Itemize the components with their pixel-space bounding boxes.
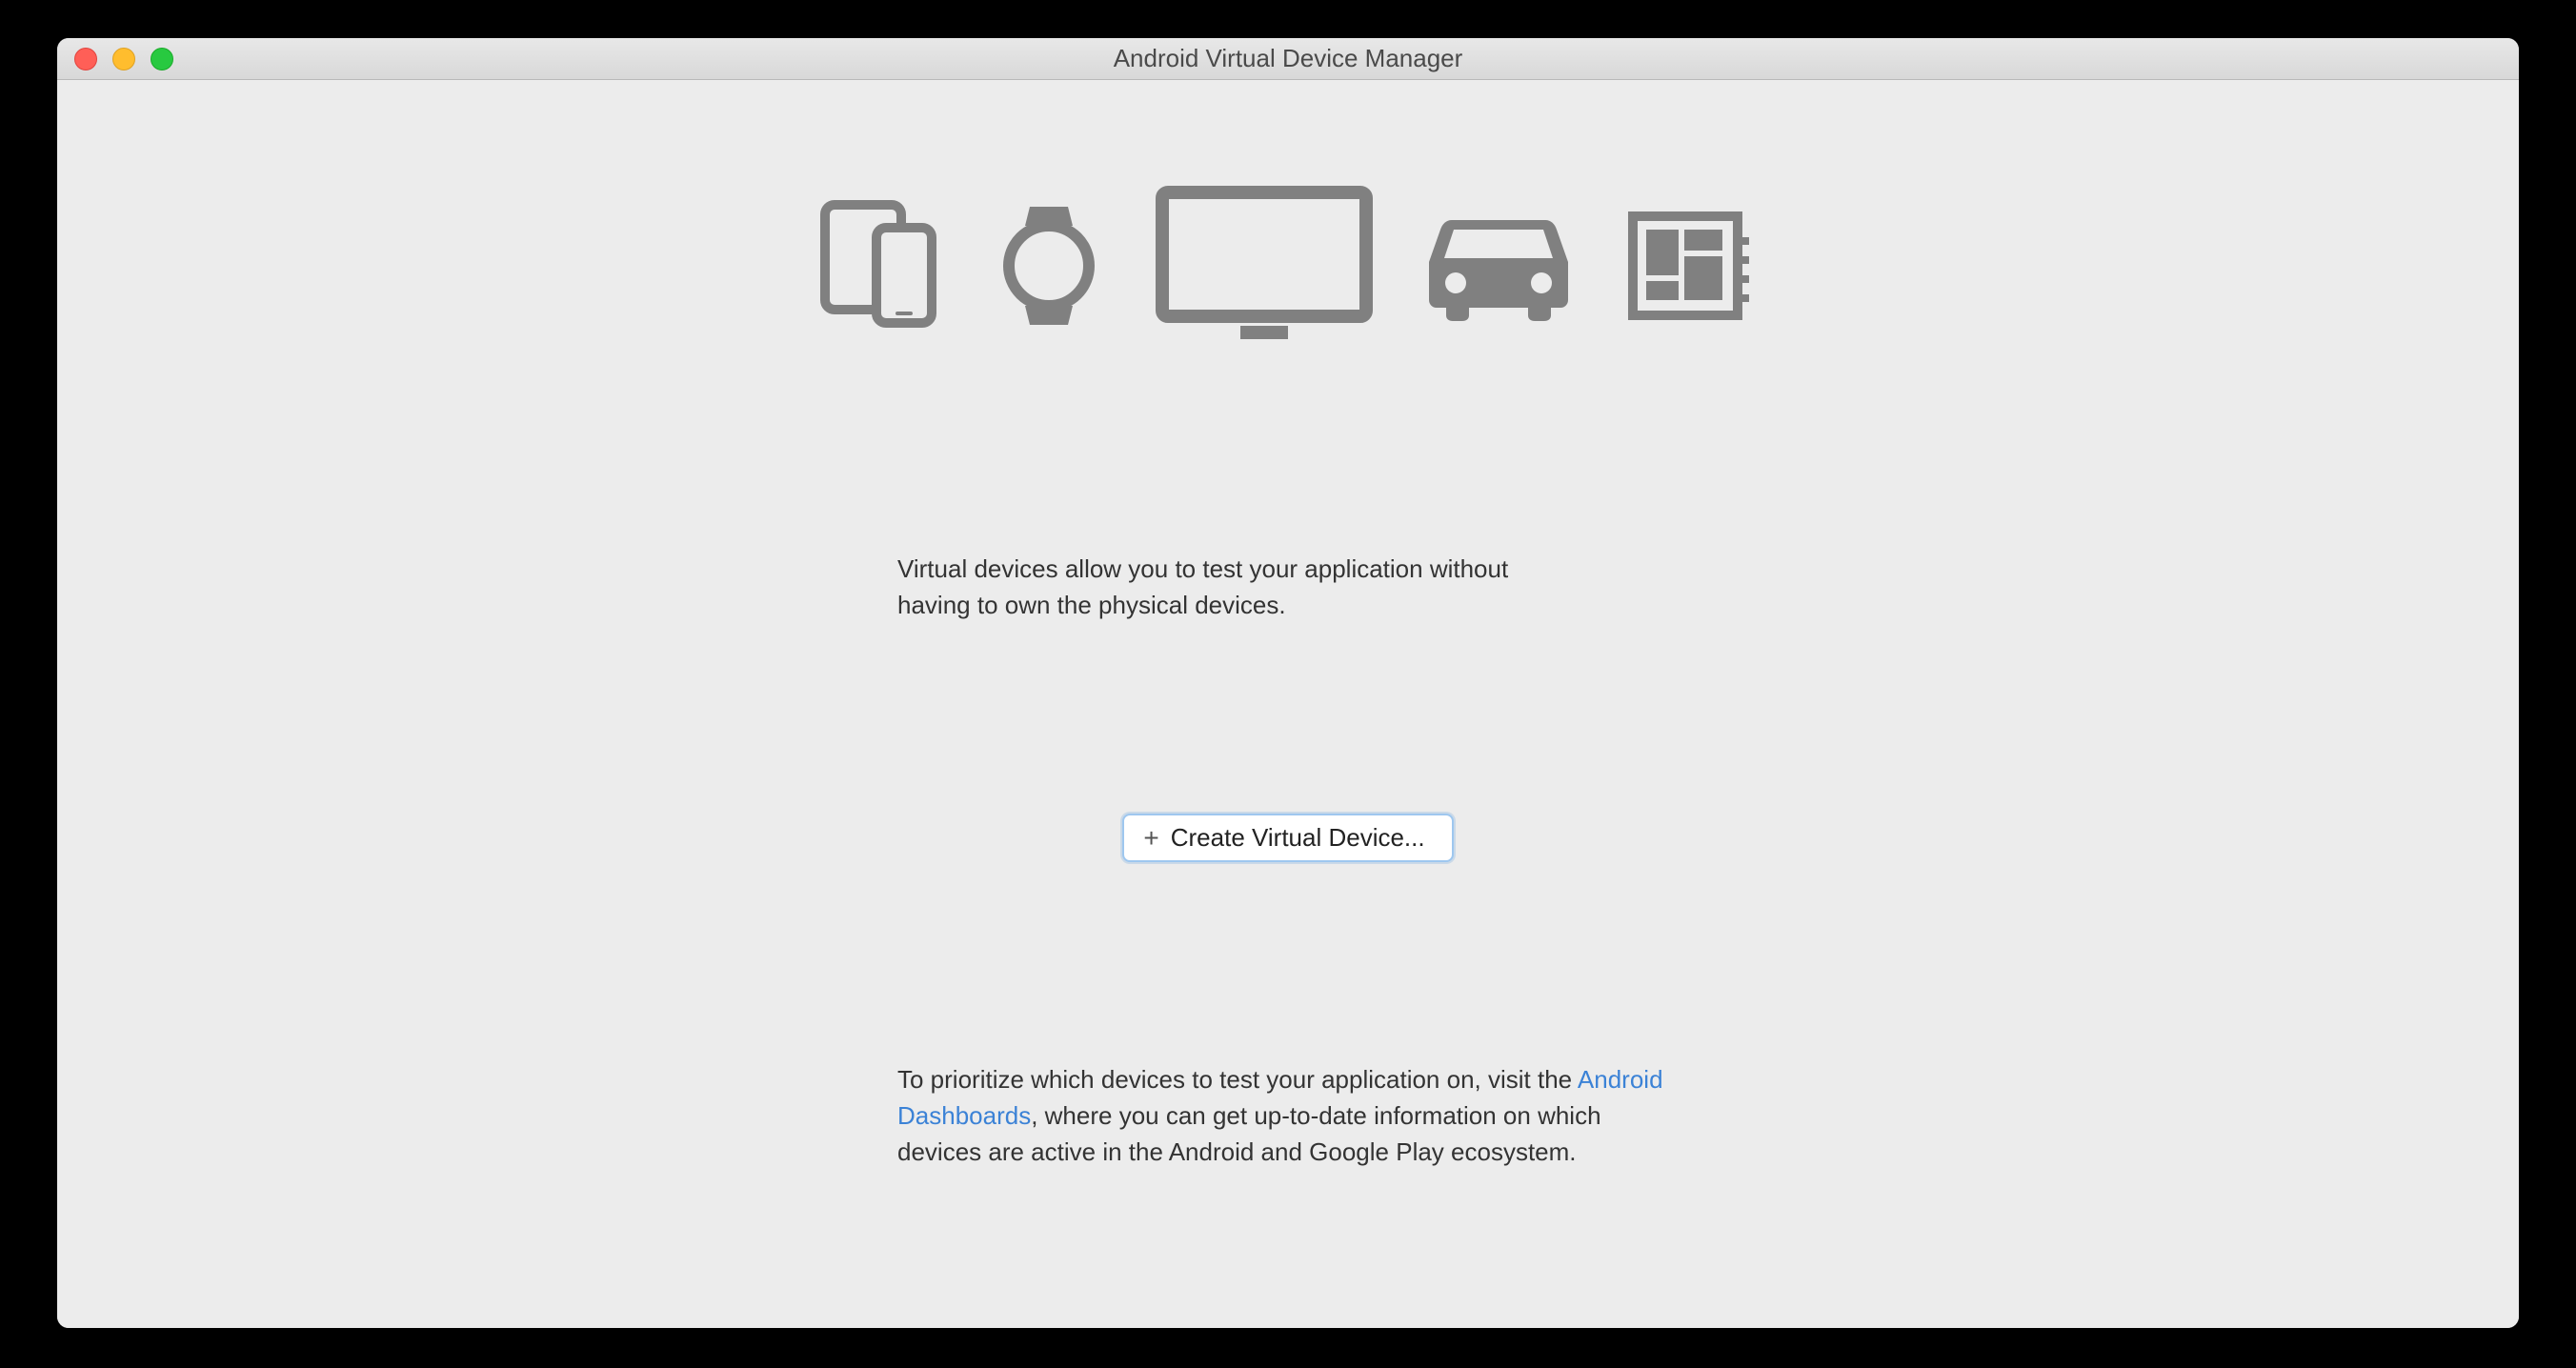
things-icon <box>1623 209 1757 328</box>
device-category-icons <box>819 185 1757 352</box>
automotive-icon <box>1427 209 1570 328</box>
window-controls <box>74 48 173 70</box>
footer-text: To prioritize which devices to test your… <box>897 1062 1679 1170</box>
create-button-label: Create Virtual Device... <box>1171 823 1425 853</box>
tv-icon <box>1155 185 1374 352</box>
window-title: Android Virtual Device Manager <box>57 44 2519 73</box>
minimize-window-button[interactable] <box>112 48 135 70</box>
intro-text: Virtual devices allow you to test your a… <box>897 552 1679 623</box>
avd-manager-window: Android Virtual Device Manager <box>57 38 2519 1328</box>
watch-icon <box>996 199 1101 337</box>
create-virtual-device-button[interactable]: + Create Virtual Device... <box>1122 814 1453 862</box>
titlebar: Android Virtual Device Manager <box>57 38 2519 80</box>
plus-icon: + <box>1143 825 1158 852</box>
close-window-button[interactable] <box>74 48 97 70</box>
content-area: Virtual devices allow you to test your a… <box>57 80 2519 1328</box>
intro-line-2: having to own the physical devices. <box>897 591 1286 619</box>
footer-part-1: To prioritize which devices to test your… <box>897 1065 1578 1094</box>
phone-tablet-icon <box>819 199 943 337</box>
intro-line-1: Virtual devices allow you to test your a… <box>897 554 1508 583</box>
maximize-window-button[interactable] <box>151 48 173 70</box>
